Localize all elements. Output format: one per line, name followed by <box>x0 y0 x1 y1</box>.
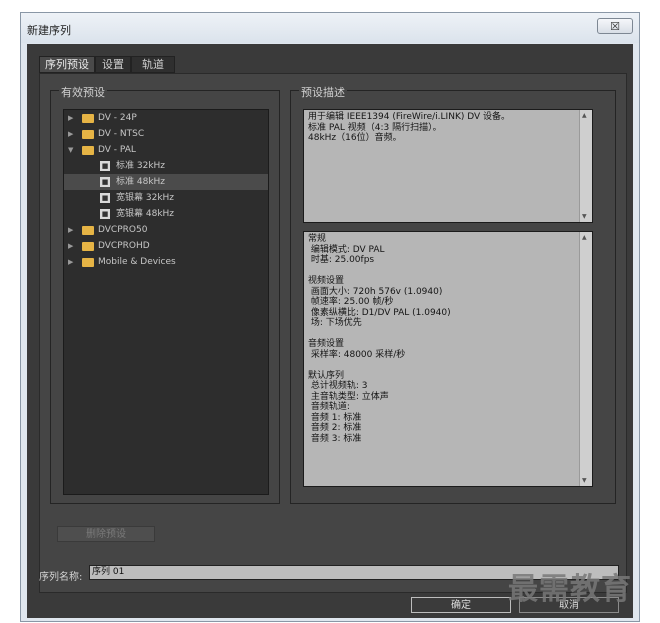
preset-description-group: 预设描述 用于编辑 IEEE1394 (FireWire/i.LINK) DV … <box>290 84 616 504</box>
scroll-up-icon[interactable]: ▲ <box>582 234 587 241</box>
tree-item-label: 标准 48kHz <box>116 177 166 187</box>
title-bar: 新建序列 ☒ <box>21 13 639 43</box>
preset-file-icon: ■ <box>100 177 110 187</box>
preset-description-label: 预设描述 <box>299 84 347 100</box>
folder-icon <box>82 114 94 123</box>
expand-arrow-icon[interactable]: ▶ <box>68 222 73 238</box>
description-details-text: 常规 编辑模式: DV PAL 时基: 25.00fps 视频设置 画面大小: … <box>308 234 451 444</box>
description-summary-box[interactable]: 用于编辑 IEEE1394 (FireWire/i.LINK) DV 设备。 标… <box>303 109 593 223</box>
folder-icon <box>82 130 94 139</box>
collapse-arrow-icon[interactable]: ▼ <box>68 142 73 158</box>
tree-item-label: 标准 32kHz <box>116 161 166 171</box>
tab-tracks[interactable]: 轨道 <box>131 56 175 73</box>
available-presets-group: 有效预设 ▶ DV - 24P ▶ DV - NTSC ▼ DV - PAL ■… <box>50 84 280 504</box>
ok-button[interactable]: 确定 <box>411 597 511 613</box>
delete-preset-button[interactable]: 删除预设 <box>57 526 155 542</box>
expand-arrow-icon[interactable]: ▶ <box>68 126 73 142</box>
tree-item-standard-48khz[interactable]: ■ 标准 48kHz <box>64 174 268 190</box>
preset-tree: ▶ DV - 24P ▶ DV - NTSC ▼ DV - PAL ■ 标准 3… <box>63 109 269 495</box>
tree-item-widescreen-32khz[interactable]: ■ 宽银幕 32kHz <box>64 190 268 206</box>
scroll-up-icon[interactable]: ▲ <box>582 112 587 119</box>
sequence-name-label: 序列名称: <box>39 572 83 583</box>
folder-icon <box>82 146 94 155</box>
close-button[interactable]: ☒ <box>597 18 633 34</box>
dialog-body: 序列预设 设置 轨道 有效预设 ▶ DV - 24P ▶ DV - NTSC ▼… <box>27 44 633 618</box>
tree-item-label: Mobile & Devices <box>98 257 176 267</box>
scroll-down-icon[interactable]: ▼ <box>582 213 587 220</box>
available-presets-label: 有效预设 <box>59 84 107 100</box>
summary-scrollbar[interactable]: ▲ ▼ <box>579 110 592 222</box>
tree-item-standard-32khz[interactable]: ■ 标准 32kHz <box>64 158 268 174</box>
folder-icon <box>82 258 94 267</box>
new-sequence-dialog: 新建序列 ☒ 序列预设 设置 轨道 有效预设 ▶ DV - 24P ▶ DV -… <box>20 12 640 622</box>
expand-arrow-icon[interactable]: ▶ <box>68 254 73 270</box>
details-scrollbar[interactable]: ▲ ▼ <box>579 232 592 486</box>
tree-item-label: DVCPROHD <box>98 241 150 251</box>
expand-arrow-icon[interactable]: ▶ <box>68 110 73 126</box>
preset-file-icon: ■ <box>100 209 110 219</box>
tree-item-dvcpro50[interactable]: ▶ DVCPRO50 <box>64 222 268 238</box>
close-icon: ☒ <box>610 20 620 33</box>
tree-item-label: 宽银幕 32kHz <box>116 193 175 203</box>
tree-item-label: DVCPRO50 <box>98 225 148 235</box>
tab-sequence-presets[interactable]: 序列预设 <box>39 56 95 73</box>
presets-panel: 有效预设 ▶ DV - 24P ▶ DV - NTSC ▼ DV - PAL ■… <box>39 73 627 593</box>
tree-item-widescreen-48khz[interactable]: ■ 宽银幕 48kHz <box>64 206 268 222</box>
tree-item-label: 宽银幕 48kHz <box>116 209 175 219</box>
tree-item-label: DV - PAL <box>98 145 136 155</box>
folder-icon <box>82 226 94 235</box>
scroll-down-icon[interactable]: ▼ <box>582 477 587 484</box>
tab-settings[interactable]: 设置 <box>95 56 131 73</box>
tree-item-label: DV - 24P <box>98 113 137 123</box>
dialog-title: 新建序列 <box>27 24 71 37</box>
tree-item-label: DV - NTSC <box>98 129 145 139</box>
tree-item-dv-24p[interactable]: ▶ DV - 24P <box>64 110 268 126</box>
description-summary-text: 用于编辑 IEEE1394 (FireWire/i.LINK) DV 设备。 标… <box>308 112 511 143</box>
preset-file-icon: ■ <box>100 161 110 171</box>
description-details-box[interactable]: 常规 编辑模式: DV PAL 时基: 25.00fps 视频设置 画面大小: … <box>303 231 593 487</box>
watermark-logo: 最需教育 <box>508 572 632 607</box>
tree-item-dv-ntsc[interactable]: ▶ DV - NTSC <box>64 126 268 142</box>
tree-item-dv-pal[interactable]: ▼ DV - PAL <box>64 142 268 158</box>
folder-icon <box>82 242 94 251</box>
expand-arrow-icon[interactable]: ▶ <box>68 238 73 254</box>
preset-file-icon: ■ <box>100 193 110 203</box>
tree-item-mobile-devices[interactable]: ▶ Mobile & Devices <box>64 254 268 270</box>
tree-item-dvcprohd[interactable]: ▶ DVCPROHD <box>64 238 268 254</box>
